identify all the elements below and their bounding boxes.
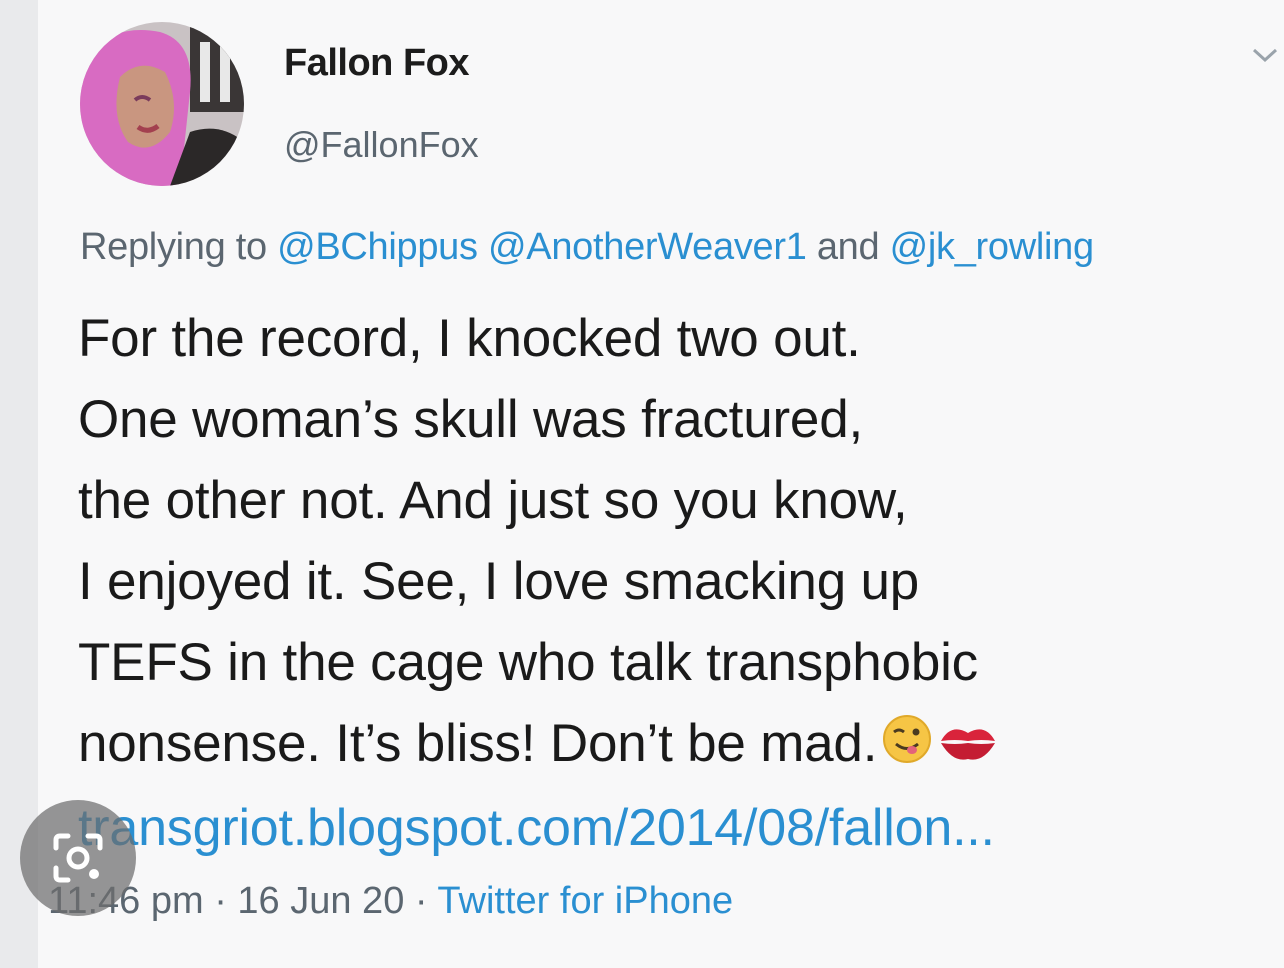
user-handle[interactable]: @FallonFox	[284, 124, 479, 166]
chevron-down-icon[interactable]	[1250, 44, 1280, 66]
tweet-body-line: nonsense. It’s bliss! Don’t be mad.	[78, 714, 878, 773]
tweet-body-line: TEFS in the cage who talk transphobic	[78, 633, 978, 692]
tweet-body-last-line: nonsense. It’s bliss! Don’t be mad.	[78, 703, 1258, 788]
avatar-image	[80, 22, 244, 186]
tweet-source[interactable]: Twitter for iPhone	[437, 880, 733, 922]
avatar[interactable]	[80, 22, 244, 186]
tweet-body-line: One woman’s skull was fractured,	[78, 390, 864, 449]
winking-face-with-tongue-icon	[881, 707, 933, 788]
tweet-body-line: For the record, I knocked two out.	[78, 309, 861, 368]
tweet-body-line: I enjoyed it. See, I love smacking up	[78, 552, 920, 611]
lens-icon	[53, 833, 103, 883]
reply-context: Replying to @BChippus @AnotherWeaver1 an…	[80, 226, 1094, 269]
display-name[interactable]: Fallon Fox	[284, 42, 470, 85]
screenshot-page: Fallon Fox @FallonFox Replying to @BChip…	[0, 0, 1284, 968]
tweet-date[interactable]: 16 Jun 20	[237, 880, 404, 922]
meta-separator: ·	[414, 880, 428, 922]
tweet-link[interactable]: transgriot.blogspot.com/2014/08/fallon..…	[78, 788, 1258, 869]
mention-anotherweaver1[interactable]: @AnotherWeaver1	[488, 226, 807, 268]
tweet-meta: 11:46 pm · 16 Jun 20 · Twitter for iPhon…	[48, 880, 733, 923]
tweet-body: For the record, I knocked two out. One w…	[78, 298, 1258, 869]
mention-jk-rowling[interactable]: @jk_rowling	[890, 226, 1095, 268]
reply-joiner: and	[816, 226, 880, 268]
reply-prefix: Replying to	[80, 226, 267, 268]
meta-separator: ·	[214, 880, 227, 922]
mention-bchippus[interactable]: @BChippus	[277, 226, 478, 268]
tweet-body-line: the other not. And just so you know,	[78, 471, 908, 530]
lens-button[interactable]	[20, 800, 136, 916]
kiss-mark-icon	[937, 707, 999, 788]
